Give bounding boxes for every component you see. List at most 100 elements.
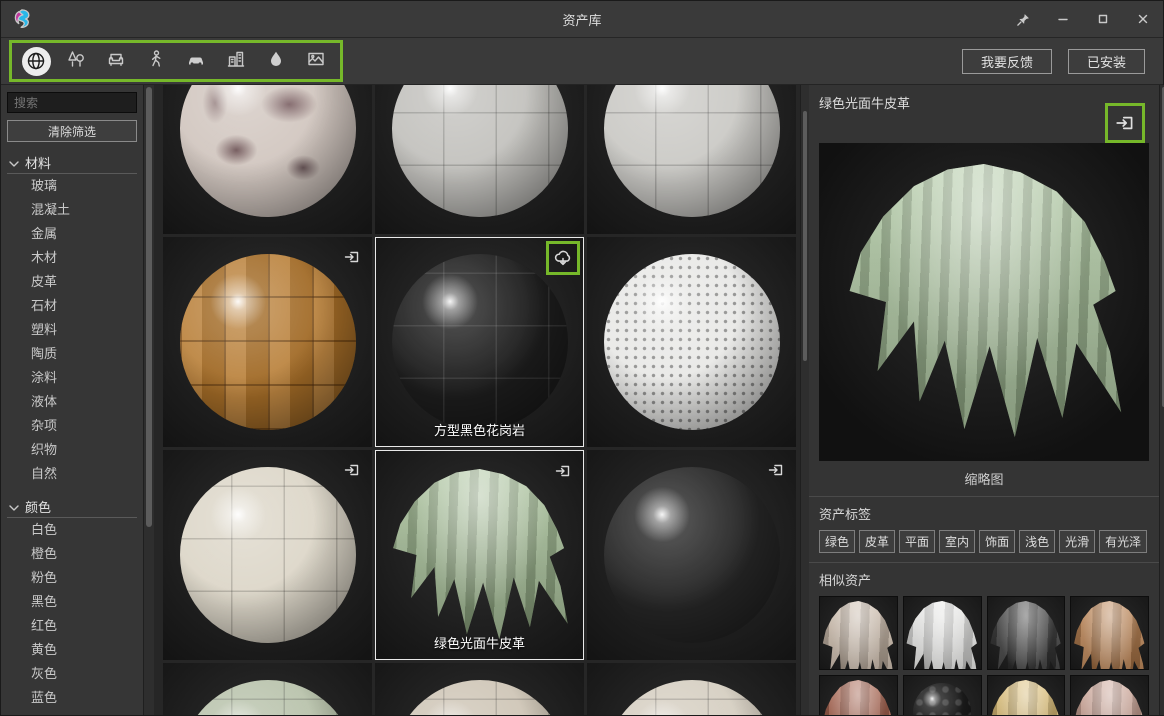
tab-liquids[interactable] [259,46,293,76]
similar-asset-thumb [989,680,1063,715]
asset-tile[interactable] [587,663,796,715]
tab-vehicles[interactable] [179,46,213,76]
import-asset-icon[interactable] [340,245,364,269]
tag-chip[interactable]: 有光泽 [1099,530,1147,553]
panel-scrollbar [1159,85,1164,715]
cloth-material-thumb [390,469,570,641]
similar-asset-thumb [1073,680,1147,715]
window-title: 资产库 [1,10,1163,29]
asset-tile-label: 绿色光面牛皮革 [376,633,583,652]
asset-title: 绿色光面牛皮革 [819,93,1149,111]
tab-furniture[interactable] [99,46,133,76]
import-asset-icon[interactable] [551,459,575,483]
material-sphere-thumb [392,85,568,217]
cloud-download-icon[interactable] [551,246,575,270]
tag-chip[interactable]: 皮革 [859,530,895,553]
import-asset-button[interactable] [1108,106,1142,140]
sidebar-item-wood[interactable]: 木材 [7,246,137,270]
close-button[interactable] [1123,1,1163,37]
similar-asset-tile[interactable] [987,675,1066,715]
asset-tile[interactable] [587,85,796,234]
scrollbar-thumb[interactable] [146,87,152,527]
highlight-box-cloud [546,241,580,275]
tab-decals[interactable] [299,46,333,76]
sidebar-item-yellow[interactable]: 黄色 [7,638,137,662]
similar-asset-tile[interactable] [1070,596,1149,670]
similar-asset-tile[interactable] [819,675,898,715]
character-icon [146,49,166,74]
preview-caption: 缩略图 [819,469,1149,487]
sidebar-item-gray[interactable]: 灰色 [7,662,137,686]
asset-tile[interactable] [163,450,372,660]
sidebar-item-red[interactable]: 红色 [7,614,137,638]
section-header-materials[interactable]: 材料 [7,151,137,174]
asset-tile[interactable] [163,237,372,447]
tags-section-label: 资产标签 [819,504,1149,523]
tab-buildings[interactable] [219,46,253,76]
search-input[interactable] [7,92,137,113]
sidebar-item-paint[interactable]: 涂料 [7,366,137,390]
sidebar-item-fabric[interactable]: 织物 [7,438,137,462]
vegetation-icon [66,49,86,74]
sidebar-item-leather[interactable]: 皮革 [7,270,137,294]
sidebar-item-misc[interactable]: 杂项 [7,414,137,438]
sidebar-item-black[interactable]: 黑色 [7,590,137,614]
sidebar-item-liquid[interactable]: 液体 [7,390,137,414]
tag-chip[interactable]: 饰面 [979,530,1015,553]
asset-tile-selected[interactable]: 绿色光面牛皮革 [375,450,584,660]
sidebar-item-glass[interactable]: 玻璃 [7,174,137,198]
similar-asset-thumb [1073,601,1147,670]
scrollbar-thumb[interactable] [803,111,807,361]
pin-icon[interactable] [1003,1,1043,37]
asset-details-panel: 绿色光面牛皮革 缩略图 资产标签 绿色 皮革 平面 室内 饰面 浅色 光滑 有光… [809,85,1159,715]
similar-asset-thumb [905,601,979,670]
section-label: 颜色 [25,497,51,516]
decal-icon [306,49,326,74]
divider [809,496,1159,497]
asset-tile[interactable] [375,663,584,715]
sidebar-item-ceramic[interactable]: 陶质 [7,342,137,366]
tag-chip[interactable]: 平面 [899,530,935,553]
installed-button[interactable]: 已安装 [1068,49,1145,74]
asset-tile-selected[interactable]: 方型黑色花岗岩 [375,237,584,447]
asset-tile-label: 方型黑色花岗岩 [376,420,583,439]
tag-chip[interactable]: 室内 [939,530,975,553]
sidebar-item-nature[interactable]: 自然 [7,462,137,486]
sidebar-item-stone[interactable]: 石材 [7,294,137,318]
material-sphere-thumb [180,467,356,643]
furniture-icon [106,49,126,74]
similar-asset-tile[interactable] [903,675,982,715]
section-label: 材料 [25,153,51,172]
tag-chip[interactable]: 浅色 [1019,530,1055,553]
minimize-button[interactable] [1043,1,1083,37]
sidebar-item-concrete[interactable]: 混凝土 [7,198,137,222]
asset-tile[interactable] [587,450,796,660]
import-asset-icon[interactable] [340,458,364,482]
asset-tile[interactable] [163,85,372,234]
maximize-button[interactable] [1083,1,1123,37]
sidebar-item-plastic[interactable]: 塑料 [7,318,137,342]
sidebar-item-metal[interactable]: 金属 [7,222,137,246]
tab-materials[interactable] [19,46,53,76]
sidebar-item-pink[interactable]: 粉色 [7,566,137,590]
sidebar-item-blue[interactable]: 蓝色 [7,686,137,710]
tag-chip[interactable]: 绿色 [819,530,855,553]
similar-asset-tile[interactable] [987,596,1066,670]
feedback-button[interactable]: 我要反馈 [962,49,1052,74]
sidebar-item-white[interactable]: 白色 [7,518,137,542]
similar-asset-tile[interactable] [903,596,982,670]
tag-chip[interactable]: 光滑 [1059,530,1095,553]
asset-tile[interactable] [587,237,796,447]
tab-vegetation[interactable] [59,46,93,76]
material-sphere-thumb [604,254,780,430]
import-asset-icon[interactable] [764,458,788,482]
sidebar-item-orange[interactable]: 橙色 [7,542,137,566]
section-header-colors[interactable]: 颜色 [7,495,137,518]
asset-tile[interactable] [375,85,584,234]
asset-tile[interactable] [163,663,372,715]
material-sphere-thumb [180,680,356,715]
similar-asset-tile[interactable] [1070,675,1149,715]
clear-filters-button[interactable]: 清除筛选 [7,120,137,142]
similar-asset-tile[interactable] [819,596,898,670]
tab-characters[interactable] [139,46,173,76]
